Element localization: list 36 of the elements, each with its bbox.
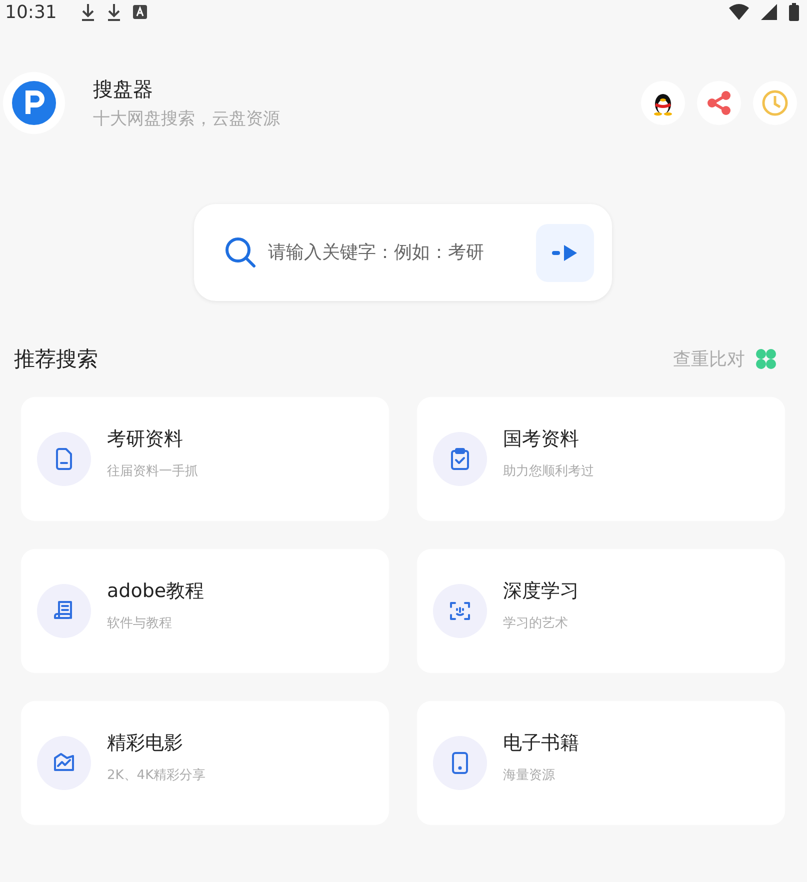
category-subtitle: 学习的艺术 — [503, 615, 569, 632]
search-icon — [224, 236, 258, 270]
category-card[interactable]: adobe教程 软件与教程 — [21, 549, 389, 673]
category-title: 考研资料 — [107, 427, 184, 452]
search-button[interactable] — [536, 224, 594, 282]
battery-icon — [789, 3, 799, 21]
app-title: 搜盘器 — [93, 76, 154, 103]
category-title: 电子书籍 — [503, 731, 579, 756]
app-subtitle: 十大网盘搜索，云盘资源 — [93, 108, 280, 130]
penguin-button[interactable] — [641, 81, 685, 125]
status-time: 10:31 — [5, 2, 57, 22]
category-card[interactable]: 精彩电影 2K、4K精彩分享 — [21, 701, 389, 825]
clover-icon — [755, 348, 777, 370]
category-subtitle: 海量资源 — [503, 767, 556, 784]
category-title: 深度学习 — [503, 579, 579, 604]
download-icon — [80, 3, 95, 21]
share-button[interactable] — [697, 81, 741, 125]
category-title: 精彩电影 — [107, 731, 184, 756]
signal-icon — [761, 4, 777, 20]
category-title: 国考资料 — [503, 427, 580, 452]
category-subtitle: 助力您顺利考过 — [503, 463, 594, 480]
category-title: adobe教程 — [107, 579, 204, 604]
notification-icon — [132, 5, 147, 19]
wifi-icon — [729, 4, 749, 20]
category-card[interactable]: 国考资料 助力您顺利考过 — [417, 397, 785, 521]
section-title: 推荐搜索 — [14, 346, 98, 373]
search-field[interactable]: 请输入关键字：例如：考研 — [266, 241, 528, 264]
category-subtitle: 2K、4K精彩分享 — [107, 767, 206, 784]
category-card[interactable]: 电子书籍 海量资源 — [417, 701, 785, 825]
category-subtitle: 软件与教程 — [107, 615, 173, 632]
category-card[interactable]: 深度学习 学习的艺术 — [417, 549, 785, 673]
share-icon — [706, 90, 732, 116]
download-icon — [106, 3, 121, 21]
clock-icon — [761, 89, 789, 117]
category-card[interactable]: 考研资料 往届资料一手抓 — [21, 397, 389, 521]
category-subtitle: 往届资料一手抓 — [107, 463, 198, 480]
